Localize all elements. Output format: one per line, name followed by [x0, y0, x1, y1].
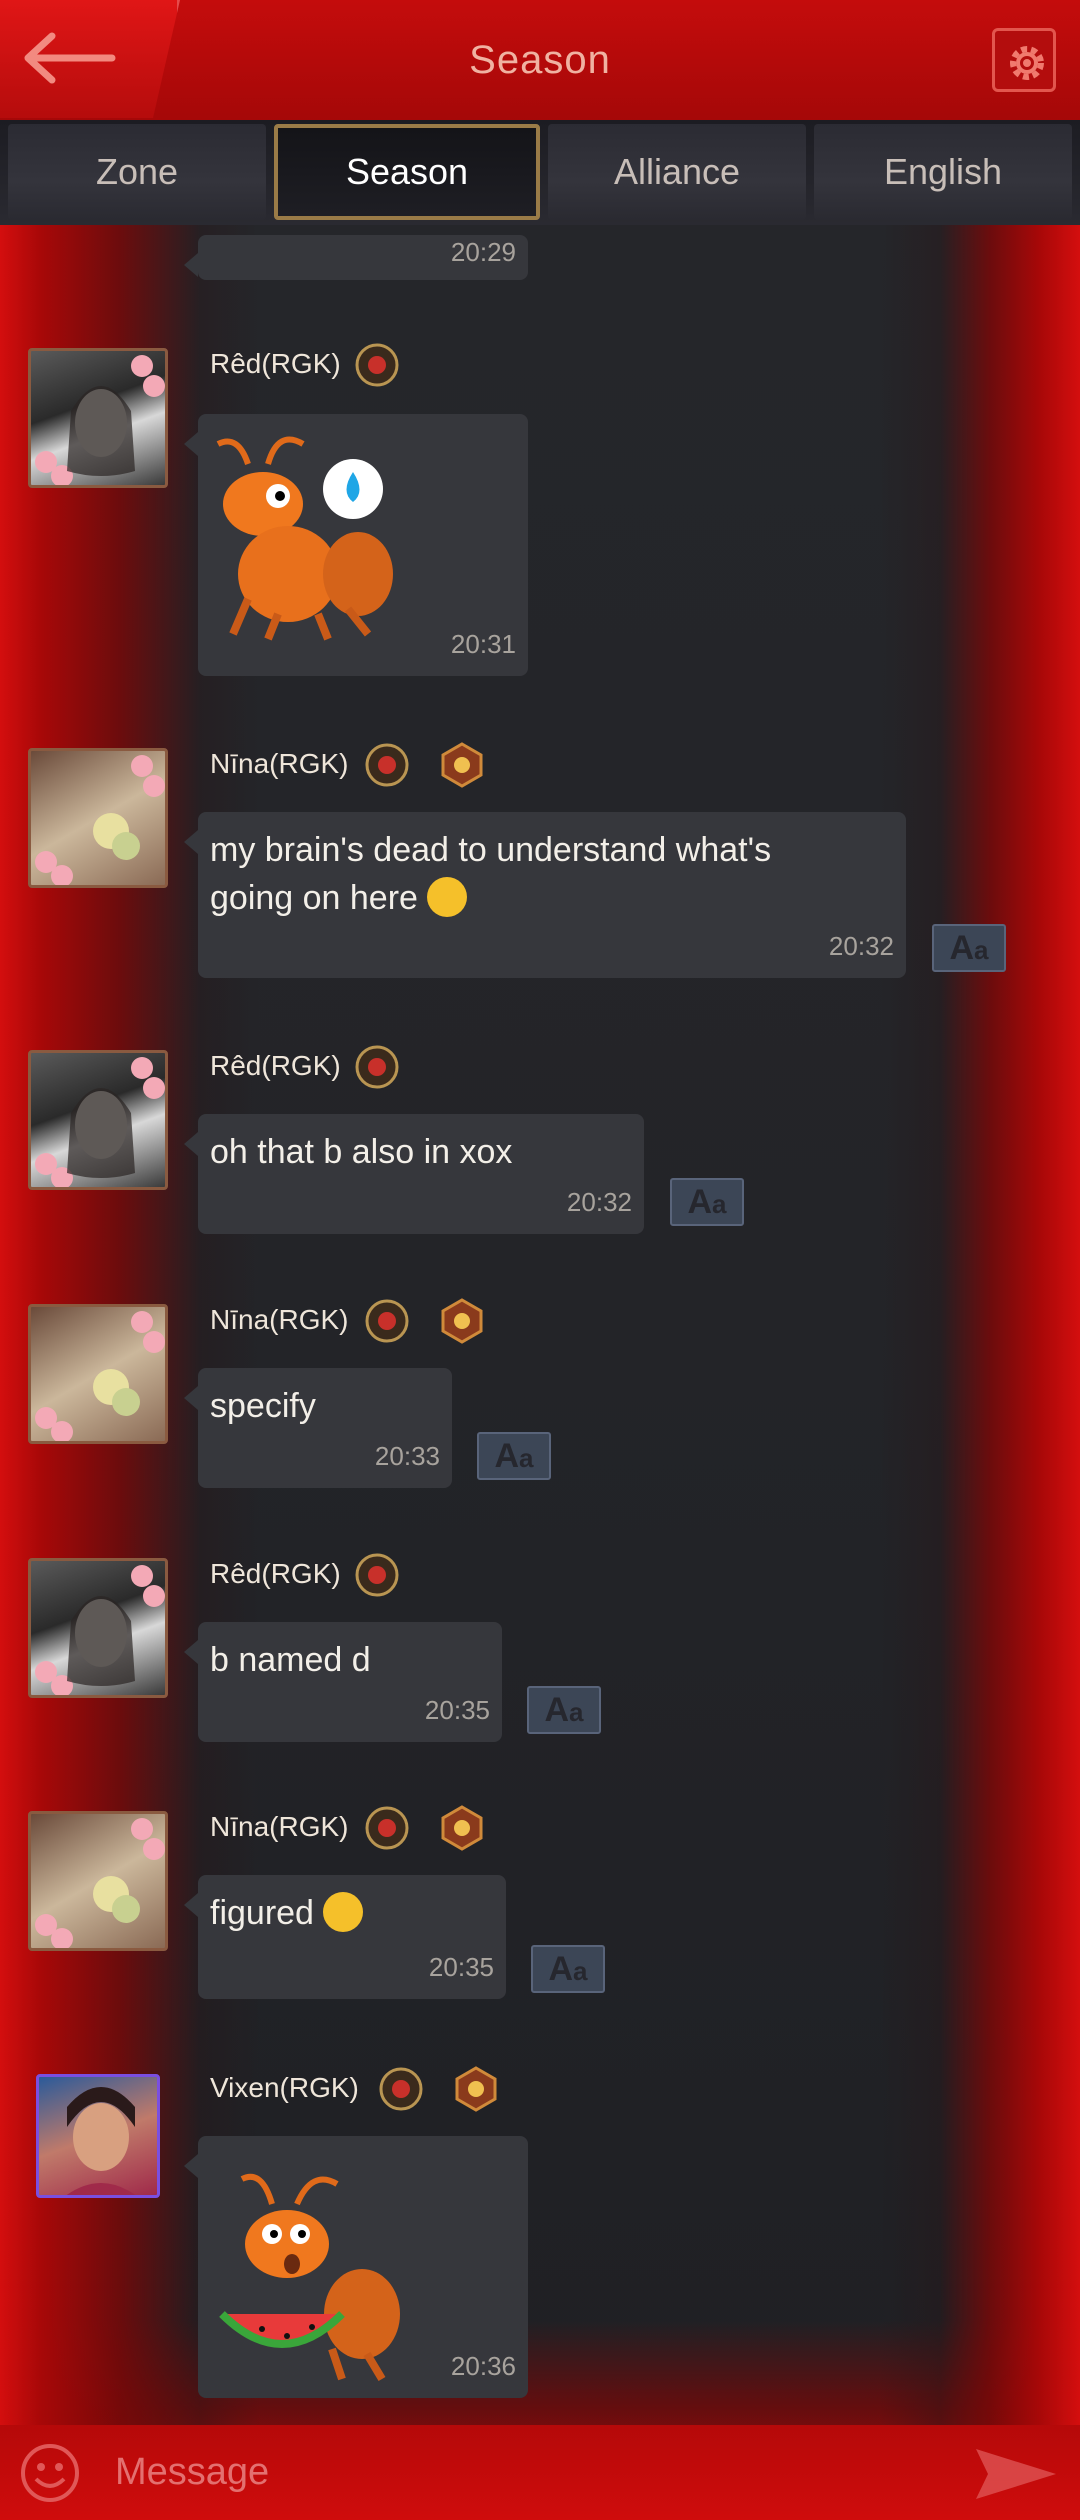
- alliance-badge-icon: [441, 1298, 483, 1344]
- username: Rêd(RGK): [210, 1050, 341, 1081]
- face-icon: [66, 2087, 136, 2195]
- translate-button[interactable]: Aa: [531, 1945, 605, 1993]
- face-icon: [67, 386, 135, 476]
- rank-badge-icon: [365, 743, 409, 787]
- message-input[interactable]: Message: [115, 2451, 269, 2494]
- message-input-bar: Message: [0, 2425, 1080, 2520]
- avatar[interactable]: [28, 1811, 168, 1951]
- rank-badge-icon: [355, 1553, 399, 1597]
- gear-icon: [1010, 46, 1044, 80]
- translate-button[interactable]: Aa: [527, 1686, 601, 1734]
- message-time: 20:31: [450, 629, 516, 659]
- message-bubble[interactable]: 20:36: [184, 2136, 528, 2398]
- message-time: 20:32: [566, 1187, 632, 1217]
- page-title: Season: [469, 38, 611, 82]
- message-time: 20:35: [428, 1952, 494, 1982]
- tab-english[interactable]: English: [814, 124, 1072, 220]
- message-bubble[interactable]: my brain's dead to understand what's goi…: [184, 812, 906, 978]
- rank-badge-icon: [355, 1045, 399, 1089]
- settings-button[interactable]: [992, 28, 1056, 92]
- message-bubble[interactable]: b named d 20:35: [184, 1622, 502, 1742]
- message-time: 20:32: [828, 931, 894, 961]
- tab-alliance[interactable]: Alliance: [548, 124, 806, 220]
- username: Nīna(RGK): [210, 748, 349, 779]
- message-bubble[interactable]: 20:31: [184, 414, 528, 676]
- rank-badge-icon: [379, 2067, 423, 2111]
- rank-badge-icon: [365, 1806, 409, 1850]
- username: Vixen(RGK): [210, 2072, 359, 2103]
- message-bubble: 20:29: [184, 235, 528, 280]
- face-icon: [67, 1596, 135, 1686]
- alliance-badge-icon: [441, 742, 483, 788]
- message-time: 20:33: [374, 1441, 440, 1471]
- face-icon: [67, 1088, 135, 1178]
- message-bubble[interactable]: figured 20:35: [184, 1875, 506, 1999]
- ant-watermelon-sticker: [219, 2173, 400, 2382]
- username: Rêd(RGK): [210, 1558, 341, 1589]
- flowers-icon: [93, 1369, 140, 1416]
- neutral-face-emoji-icon: [427, 877, 468, 917]
- message-time: 20:36: [450, 2351, 516, 2381]
- alliance-badge-icon: [455, 2066, 497, 2112]
- message-bubble[interactable]: specify 20:33: [184, 1368, 452, 1488]
- rank-badge-icon: [355, 343, 399, 387]
- username: Rêd(RGK): [210, 348, 341, 379]
- emoji-picker-icon[interactable]: [18, 2441, 82, 2505]
- message-bubble[interactable]: oh that b also in xox 20:32: [184, 1114, 644, 1234]
- flowers-icon: [93, 1876, 140, 1923]
- tab-zone[interactable]: Zone: [8, 124, 266, 220]
- avatar[interactable]: [36, 2074, 160, 2198]
- translate-button[interactable]: Aa: [670, 1178, 744, 1226]
- ant-sweat-sticker: [216, 436, 393, 641]
- alliance-badge-icon: [441, 1805, 483, 1851]
- message-time: 20:29: [450, 237, 516, 267]
- flowers-icon: [93, 813, 140, 860]
- message-text: figured: [210, 1889, 494, 1937]
- rank-badge-icon: [365, 1299, 409, 1343]
- message-text: b named d: [210, 1641, 371, 1679]
- translate-button[interactable]: Aa: [477, 1432, 551, 1480]
- avatar[interactable]: [28, 1558, 168, 1698]
- avatar[interactable]: [28, 348, 168, 488]
- avatar[interactable]: [28, 1304, 168, 1444]
- header-bar: Season: [0, 0, 1080, 120]
- send-icon[interactable]: [974, 2447, 1058, 2501]
- message-text: specify: [210, 1387, 316, 1425]
- username: Nīna(RGK): [210, 1304, 349, 1335]
- avatar[interactable]: [28, 748, 168, 888]
- tab-season[interactable]: Season: [274, 124, 540, 220]
- avatar[interactable]: [28, 1050, 168, 1190]
- username: Nīna(RGK): [210, 1811, 349, 1842]
- translate-button[interactable]: Aa: [932, 924, 1006, 972]
- message-text: my brain's dead to understand what's goi…: [210, 831, 772, 917]
- laughing-tears-emoji-icon: [323, 1892, 364, 1932]
- message-time: 20:35: [424, 1695, 490, 1725]
- message-text: oh that b also in xox: [210, 1133, 513, 1171]
- channel-tabs: Zone Season Alliance English: [0, 120, 1080, 225]
